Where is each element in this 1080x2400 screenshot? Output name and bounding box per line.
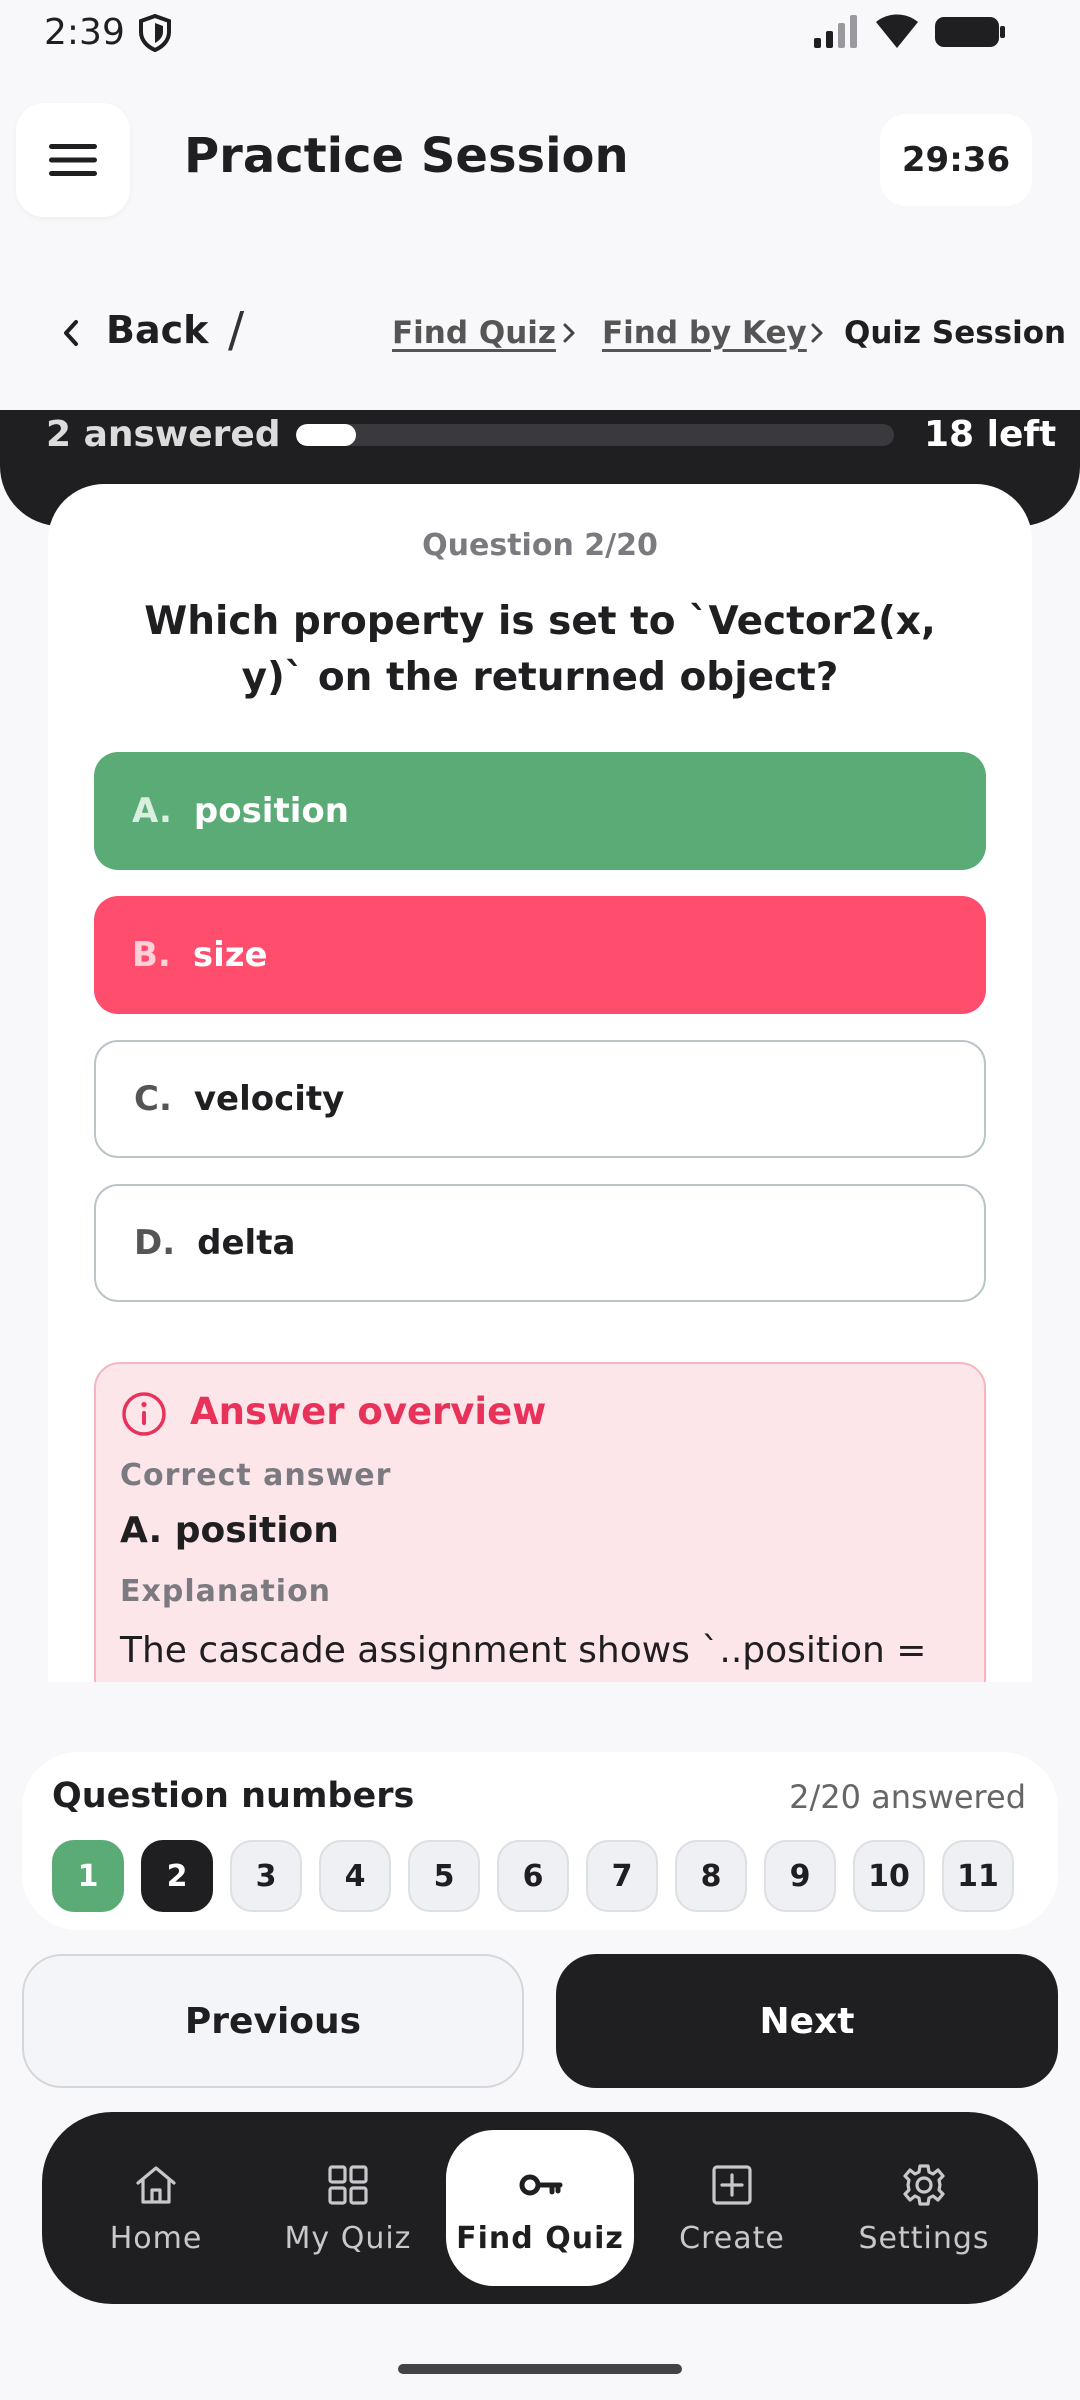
question-number-button[interactable]: 4 bbox=[319, 1840, 391, 1912]
menu-icon bbox=[49, 144, 97, 176]
progress-bar bbox=[296, 424, 894, 446]
nav-label: Settings bbox=[858, 2220, 990, 2256]
question-number-button[interactable]: 9 bbox=[764, 1840, 836, 1912]
question-number-button[interactable]: 6 bbox=[497, 1840, 569, 1912]
option-letter: C. bbox=[134, 1079, 172, 1119]
remaining-count: 18 left bbox=[924, 414, 1057, 455]
option-text: delta bbox=[197, 1223, 296, 1263]
next-button[interactable]: Next bbox=[556, 1954, 1058, 2088]
nav-create[interactable]: Create bbox=[638, 2130, 826, 2286]
question-number: Question 2/20 bbox=[422, 528, 658, 563]
home-indicator[interactable] bbox=[398, 2364, 682, 2374]
correct-answer: A. position bbox=[120, 1510, 339, 1551]
question-number-button[interactable]: 7 bbox=[586, 1840, 658, 1912]
chevron-left-icon[interactable] bbox=[58, 316, 84, 350]
option-c[interactable]: C. velocity bbox=[94, 1040, 986, 1158]
option-a[interactable]: A. position bbox=[94, 752, 986, 870]
page-title: Practice Session bbox=[184, 128, 629, 184]
option-text: size bbox=[192, 935, 268, 975]
option-letter: D. bbox=[134, 1223, 176, 1263]
key-icon bbox=[519, 2174, 563, 2195]
nav-label: Create bbox=[679, 2220, 785, 2256]
option-b[interactable]: B. size bbox=[94, 896, 986, 1014]
breadcrumb-current: Quiz Session bbox=[844, 315, 1067, 351]
option-letter: A. bbox=[132, 791, 172, 831]
question-number-button[interactable]: 11 bbox=[942, 1840, 1014, 1912]
progress-fill bbox=[296, 424, 356, 446]
option-letter: B. bbox=[132, 935, 171, 975]
plus-square-icon bbox=[712, 2164, 752, 2205]
gear-icon bbox=[903, 2163, 945, 2206]
chevron-right-icon bbox=[563, 323, 575, 343]
bottom-nav: Home My Quiz Find Quiz Create Settings bbox=[42, 2112, 1038, 2304]
nav-label: Find Quiz bbox=[456, 2220, 624, 2256]
menu-button[interactable] bbox=[16, 103, 130, 217]
home-icon bbox=[136, 2165, 176, 2204]
breadcrumb-find-quiz[interactable]: Find Quiz bbox=[392, 315, 556, 351]
signal-icon bbox=[814, 15, 857, 48]
grid-icon bbox=[328, 2164, 368, 2205]
back-button[interactable]: Back bbox=[106, 308, 208, 352]
breadcrumb-separator: / bbox=[228, 302, 245, 358]
option-d[interactable]: D. delta bbox=[94, 1184, 986, 1302]
question-number-button[interactable]: 1 bbox=[52, 1840, 124, 1912]
breadcrumb-find-by-key[interactable]: Find by Key bbox=[602, 315, 807, 351]
option-text: velocity bbox=[193, 1079, 345, 1119]
info-icon bbox=[122, 1392, 166, 1436]
nav-home[interactable]: Home bbox=[62, 2130, 250, 2286]
answered-count: 2 answered bbox=[46, 414, 281, 455]
nav-label: My Quiz bbox=[284, 2220, 412, 2256]
status-time: 2:39 bbox=[44, 12, 125, 53]
explanation-text: The cascade assignment shows `..position… bbox=[120, 1630, 927, 1682]
answered-summary: 2/20 answered bbox=[789, 1778, 1026, 1816]
nav-label: Home bbox=[109, 2220, 203, 2256]
correct-answer-label: Correct answer bbox=[120, 1458, 392, 1493]
nav-find-quiz[interactable]: Find Quiz bbox=[446, 2130, 634, 2286]
question-number-button[interactable]: 5 bbox=[408, 1840, 480, 1912]
answer-overview: Answer overview Correct answer A. positi… bbox=[94, 1362, 986, 1682]
question-number-button[interactable]: 10 bbox=[853, 1840, 925, 1912]
question-number-button[interactable]: 2 bbox=[141, 1840, 213, 1912]
nav-my-quiz[interactable]: My Quiz bbox=[254, 2130, 442, 2286]
question-number-button[interactable]: 3 bbox=[230, 1840, 302, 1912]
question-number-list: 1 2 3 4 5 6 7 8 9 10 11 bbox=[52, 1840, 1014, 1912]
shield-icon bbox=[139, 14, 171, 52]
question-number-button[interactable]: 8 bbox=[675, 1840, 747, 1912]
overview-title: Answer overview bbox=[190, 1390, 547, 1433]
previous-button[interactable]: Previous bbox=[22, 1954, 524, 2088]
chevron-right-icon bbox=[811, 323, 823, 343]
question-card: Question 2/20 Which property is set to `… bbox=[48, 484, 1032, 1682]
question-numbers-panel: Question numbers 2/20 answered 1 2 3 4 5… bbox=[22, 1752, 1058, 1930]
option-text: position bbox=[193, 791, 349, 831]
explanation-label: Explanation bbox=[120, 1574, 332, 1609]
battery-icon bbox=[935, 17, 1005, 47]
session-timer: 29:36 bbox=[880, 114, 1032, 206]
question-text: Which property is set to `Vector2(x, y)`… bbox=[144, 599, 936, 700]
question-numbers-title: Question numbers bbox=[52, 1776, 415, 1816]
wifi-icon bbox=[876, 14, 918, 48]
nav-settings[interactable]: Settings bbox=[830, 2130, 1018, 2286]
